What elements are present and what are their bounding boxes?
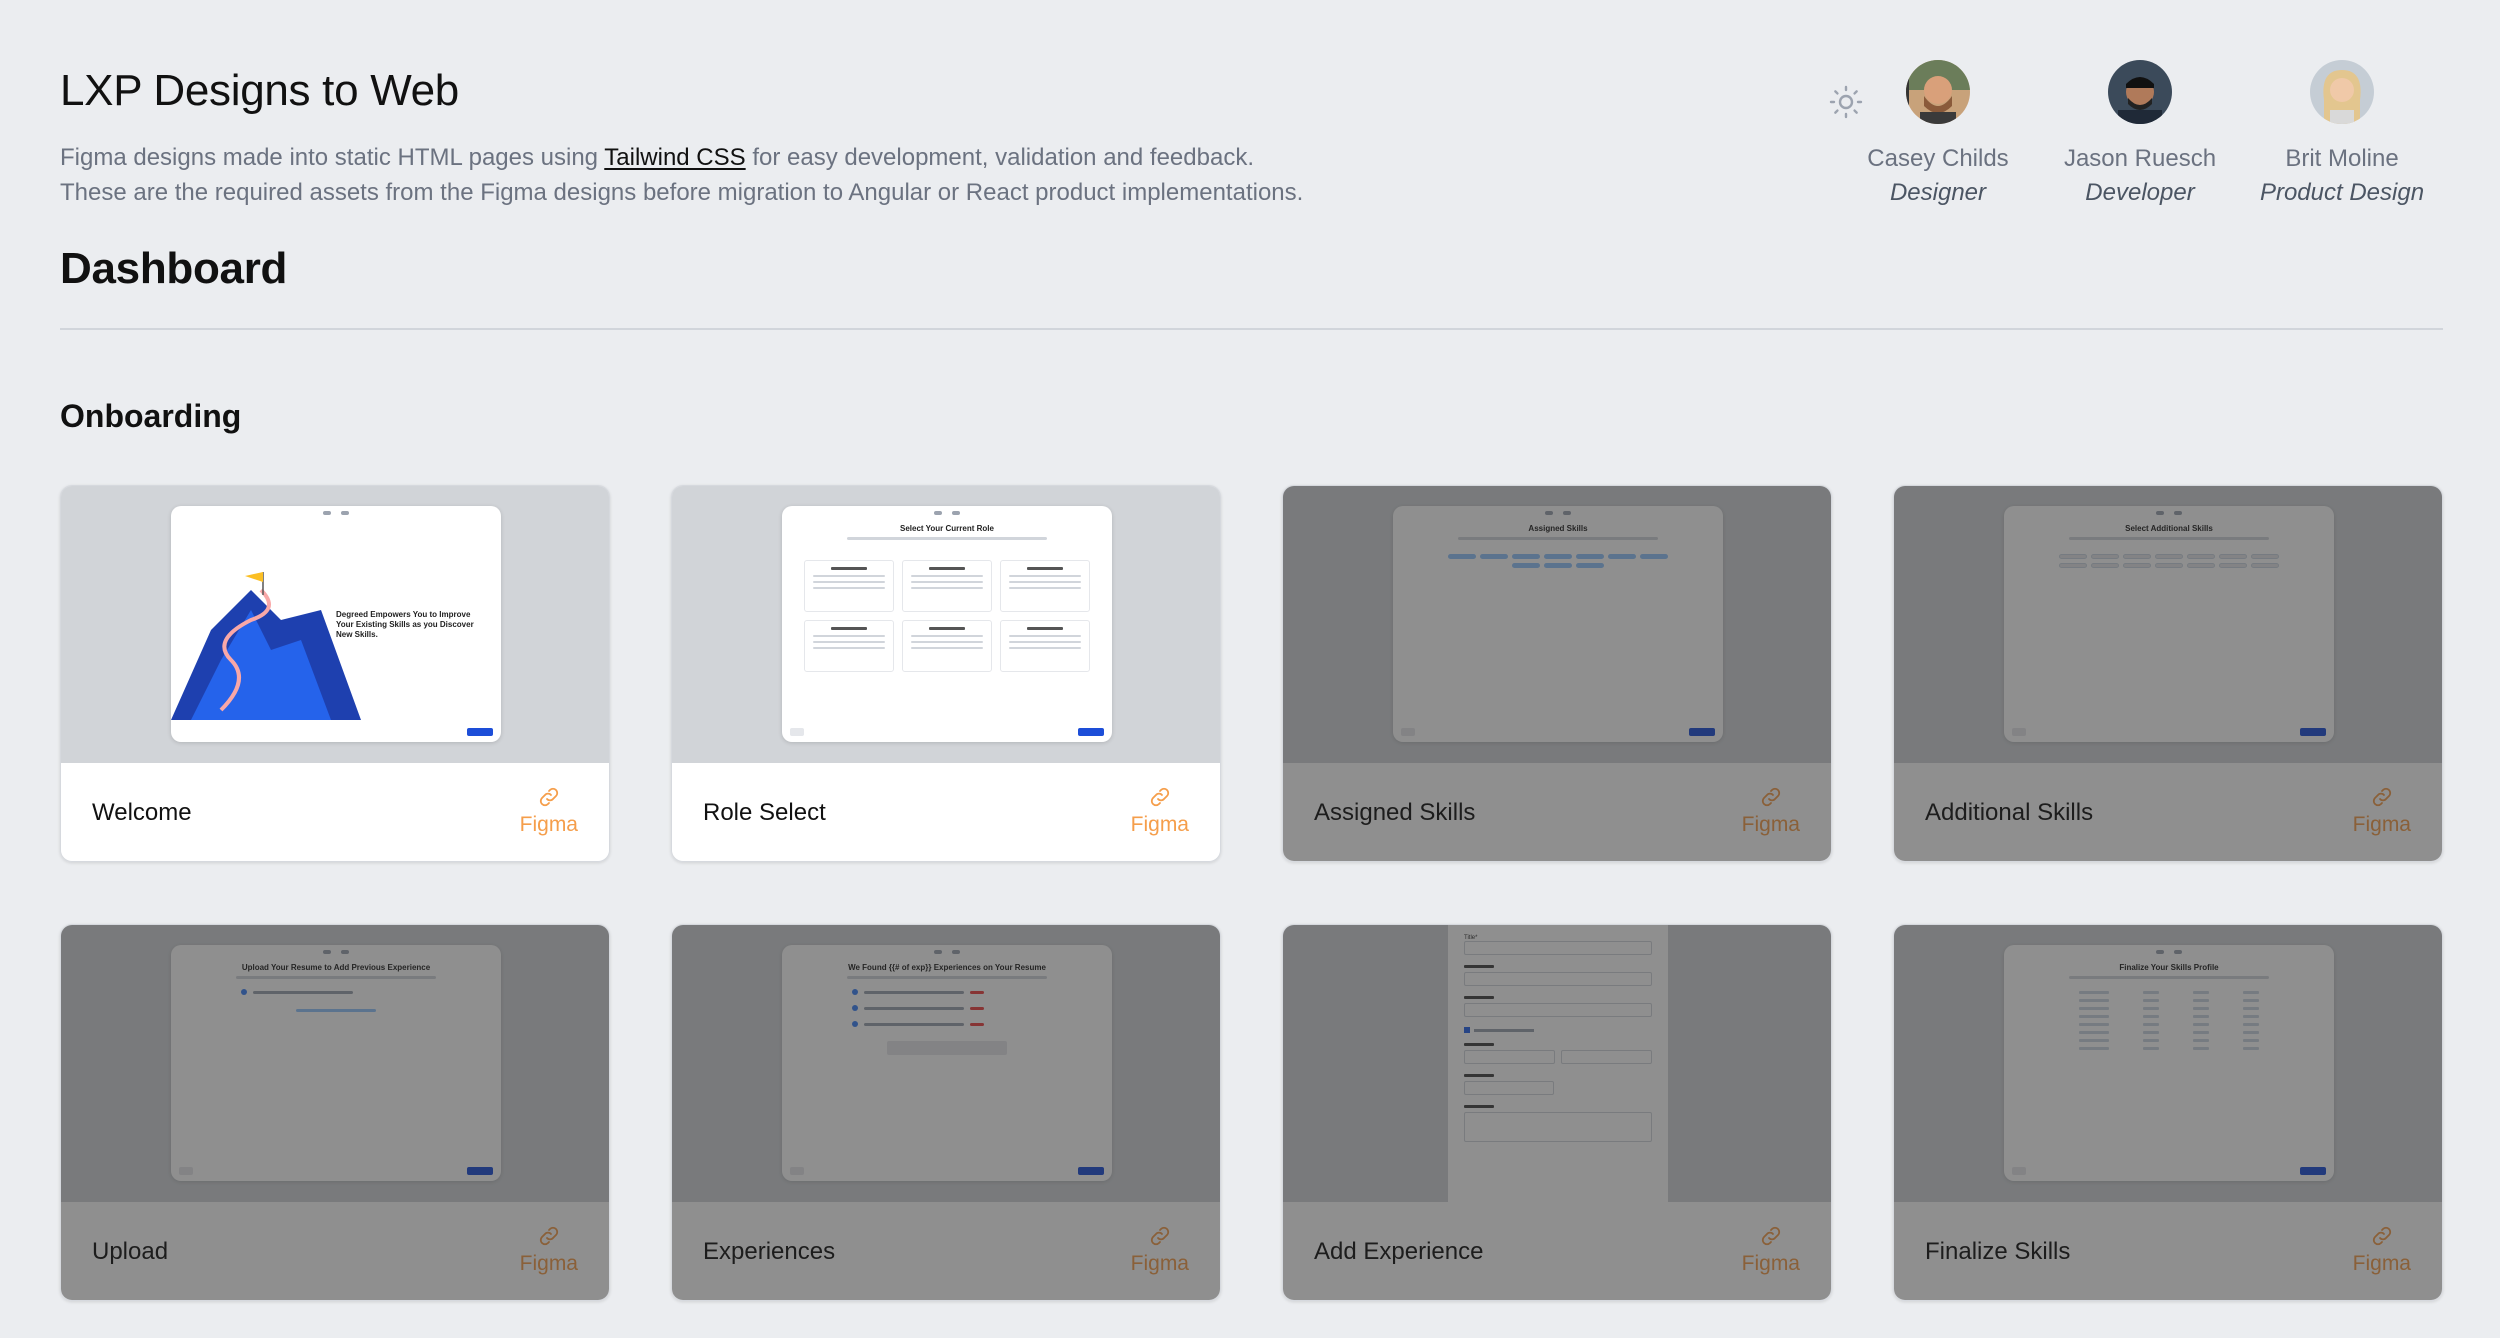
preview-heading: We Found {{# of exp}} Experiences on You…	[848, 963, 1046, 972]
card-footer: Role Select Figma	[672, 763, 1220, 861]
link-icon	[1761, 787, 1780, 807]
card-additional-skills[interactable]: Select Additional Skills Additional Skil…	[1893, 485, 2443, 862]
link-icon	[539, 1226, 558, 1246]
card-preview[interactable]: Select Additional Skills	[1894, 486, 2442, 763]
preview-heading: Select Additional Skills	[2125, 524, 2213, 533]
card-label: Add Experience	[1314, 1238, 1484, 1265]
tailwind-link[interactable]: Tailwind CSS	[604, 144, 745, 171]
card-preview[interactable]: Finalize Your Skills Profile	[1894, 925, 2442, 1202]
preview-heading: Assigned Skills	[1528, 524, 1588, 533]
card-footer: Finalize Skills Figma	[1894, 1202, 2442, 1300]
member-role: Product Design	[2259, 179, 2425, 206]
avatar	[2108, 60, 2172, 124]
avatar	[2310, 60, 2374, 124]
card-label: Finalize Skills	[1925, 1238, 2071, 1265]
page-header: LXP Designs to Web Figma designs made in…	[60, 0, 2443, 434]
figma-link[interactable]: Figma	[520, 1224, 578, 1276]
card-footer: Welcome Figma	[61, 763, 609, 861]
card-grid: Degreed Empowers You to Improve Your Exi…	[60, 485, 2443, 1301]
figma-link[interactable]: Figma	[1742, 785, 1800, 837]
link-icon	[1150, 787, 1169, 807]
card-label: Welcome	[92, 799, 192, 826]
card-experiences[interactable]: We Found {{# of exp}} Experiences on You…	[671, 924, 1221, 1301]
figma-link-label: Figma	[1741, 813, 1800, 836]
card-footer: Experiences Figma	[672, 1202, 1220, 1300]
member-role: Developer	[2085, 179, 2195, 206]
card-label: Additional Skills	[1925, 799, 2094, 826]
section-title-onboarding: Onboarding	[60, 398, 242, 434]
preview-screen: Assigned Skills	[1393, 506, 1723, 742]
description-prefix: Figma designs made into static HTML page…	[60, 144, 605, 171]
card-upload[interactable]: Upload Your Resume to Add Previous Exper…	[60, 924, 610, 1301]
figma-link[interactable]: Figma	[2353, 1224, 2411, 1276]
card-footer: Additional Skills Figma	[1894, 763, 2442, 861]
preview-heading: Select Your Current Role	[900, 524, 994, 533]
member-name: Jason Ruesch	[2063, 145, 2217, 172]
link-icon	[539, 787, 558, 807]
team-member-casey: Casey Childs Designer	[1837, 60, 2039, 210]
member-role: Designer	[1889, 179, 1987, 206]
team-list: Casey Childs Designer Jason Ruesch Devel…	[1837, 60, 2443, 210]
team-member-brit: Brit Moline Product Design	[2241, 60, 2443, 210]
figma-link-label: Figma	[1130, 813, 1189, 836]
dashboard-title: Dashboard	[60, 244, 288, 293]
card-add-experience[interactable]: Title* Add Experience Figma	[1282, 924, 1832, 1301]
figma-link[interactable]: Figma	[1131, 785, 1189, 837]
figma-link-label: Figma	[2352, 813, 2411, 836]
description-suffix: for easy development, validation and fee…	[745, 144, 1254, 171]
card-label: Assigned Skills	[1314, 799, 1476, 826]
figma-link[interactable]: Figma	[1131, 1224, 1189, 1276]
card-preview[interactable]: Upload Your Resume to Add Previous Exper…	[61, 925, 609, 1202]
link-icon	[2372, 1226, 2391, 1246]
figma-link[interactable]: Figma	[520, 785, 578, 837]
preview-screen: Degreed Empowers You to Improve Your Exi…	[171, 506, 501, 742]
preview-screen: Upload Your Resume to Add Previous Exper…	[171, 945, 501, 1181]
page-title: LXP Designs to Web	[60, 66, 459, 115]
preview-heading: Degreed Empowers You to Improve Your Exi…	[336, 610, 474, 639]
link-icon	[2372, 787, 2391, 807]
preview-heading: Upload Your Resume to Add Previous Exper…	[241, 963, 431, 972]
preview-heading: Finalize Your Skills Profile	[2119, 963, 2219, 972]
figma-link[interactable]: Figma	[1742, 1224, 1800, 1276]
card-label: Role Select	[703, 799, 826, 826]
card-footer: Upload Figma	[61, 1202, 609, 1300]
figma-link-label: Figma	[1130, 1252, 1189, 1275]
divider	[60, 328, 2443, 330]
description-line-2: These are the required assets from the F…	[60, 179, 1304, 206]
card-role-select[interactable]: Select Your Current Role Role Select Fig…	[671, 485, 1221, 862]
card-footer: Assigned Skills Figma	[1283, 763, 1831, 861]
card-welcome[interactable]: Degreed Empowers You to Improve Your Exi…	[60, 485, 610, 862]
link-icon	[1761, 1226, 1780, 1246]
preview-screen: We Found {{# of exp}} Experiences on You…	[782, 945, 1112, 1181]
figma-link-label: Figma	[2352, 1252, 2411, 1275]
card-preview[interactable]: Assigned Skills	[1283, 486, 1831, 763]
figma-link[interactable]: Figma	[2353, 785, 2411, 837]
card-label: Experiences	[703, 1238, 836, 1265]
preview-screen: Finalize Your Skills Profile	[2004, 945, 2334, 1181]
page-description: Figma designs made into static HTML page…	[60, 140, 1303, 210]
member-name: Casey Childs	[1867, 145, 2009, 172]
avatar	[1906, 60, 1970, 124]
member-name: Brit Moline	[2285, 145, 2399, 172]
card-finalize-skills[interactable]: Finalize Your Skills Profile Finalize Sk…	[1893, 924, 2443, 1301]
card-preview[interactable]: Select Your Current Role	[672, 486, 1220, 763]
figma-link-label: Figma	[519, 813, 578, 836]
preview-screen: Select Additional Skills	[2004, 506, 2334, 742]
preview-screen: Select Your Current Role	[782, 506, 1112, 742]
card-assigned-skills[interactable]: Assigned Skills Assigned Skills Figma	[1282, 485, 1832, 862]
figma-link-label: Figma	[1741, 1252, 1800, 1275]
preview-form: Title*	[1448, 925, 1668, 1202]
card-footer: Add Experience Figma	[1283, 1202, 1831, 1300]
card-preview[interactable]: We Found {{# of exp}} Experiences on You…	[672, 925, 1220, 1202]
card-preview[interactable]: Title*	[1283, 925, 1831, 1202]
card-preview[interactable]: Degreed Empowers You to Improve Your Exi…	[61, 486, 609, 763]
card-label: Upload	[92, 1238, 169, 1265]
team-member-jason: Jason Ruesch Developer	[2039, 60, 2241, 210]
link-icon	[1150, 1226, 1169, 1246]
figma-link-label: Figma	[519, 1252, 578, 1275]
